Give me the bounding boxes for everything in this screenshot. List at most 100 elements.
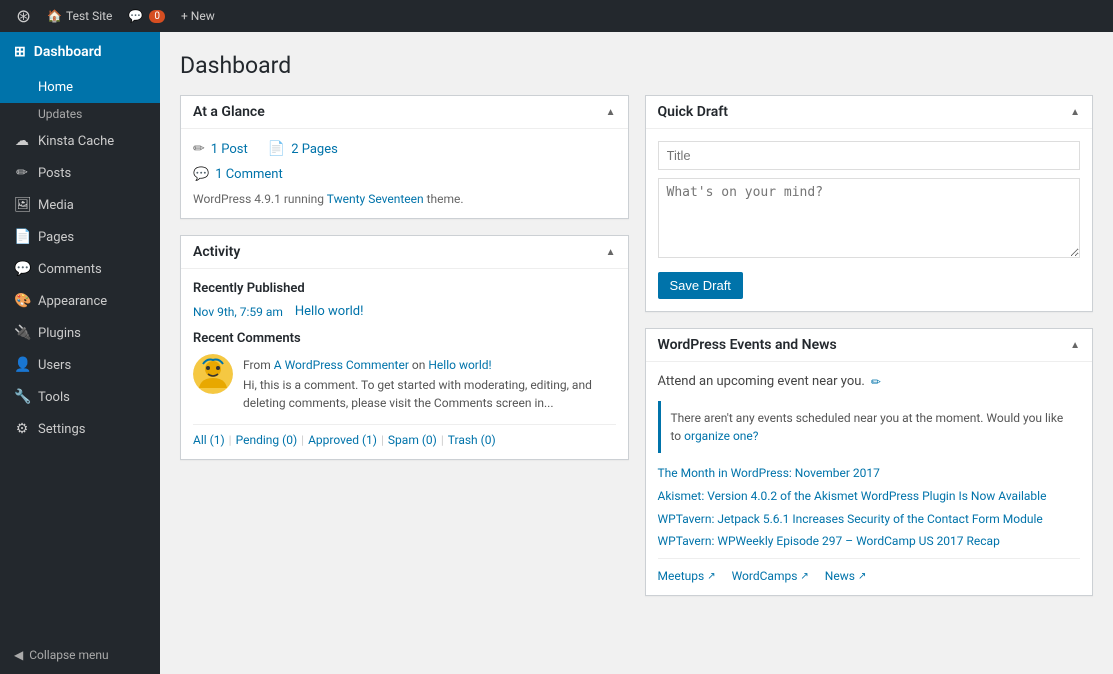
sidebar-item-media[interactable]: 🖼 Media <box>0 189 160 221</box>
sidebar-item-tools[interactable]: 🔧 Tools <box>0 381 160 413</box>
sidebar-item-settings[interactable]: ⚙ Settings <box>0 413 160 445</box>
events-news-title: WordPress Events and News <box>658 337 837 353</box>
settings-icon: ⚙ <box>14 421 30 437</box>
activity-toggle[interactable]: ▲ <box>606 247 616 258</box>
filter-all[interactable]: All (1) <box>193 433 225 447</box>
wp-info: WordPress 4.9.1 running Twenty Seventeen… <box>193 192 616 206</box>
at-a-glance-header[interactable]: At a Glance ▲ <box>181 96 628 129</box>
quick-draft-widget: Quick Draft ▲ Save Draft <box>645 95 1094 312</box>
site-name[interactable]: 🏠 Test Site <box>39 0 120 32</box>
draft-body-input[interactable] <box>658 178 1081 258</box>
quick-draft-toggle[interactable]: ▲ <box>1070 107 1080 118</box>
comment-row: From A WordPress Commenter on Hello worl… <box>193 354 616 414</box>
activity-widget: Activity ▲ Recently Published Nov 9th, 7… <box>180 235 629 460</box>
news-item-2[interactable]: WPTavern: Jetpack 5.6.1 Increases Securi… <box>658 511 1081 528</box>
news-external-icon: ↗ <box>858 571 866 582</box>
attend-event-text: Attend an upcoming event near you. ✏ <box>658 374 1081 389</box>
filter-approved[interactable]: Approved (1) <box>308 433 377 447</box>
events-news-header[interactable]: WordPress Events and News ▲ <box>646 329 1093 362</box>
events-news-widget: WordPress Events and News ▲ Attend an up… <box>645 328 1094 596</box>
wp-logo-icon: ⊛ <box>16 6 31 27</box>
left-column: At a Glance ▲ ✏ 1 Post 📄 2 Pages <box>180 95 629 596</box>
published-date: Nov 9th, 7:59 am <box>193 305 283 319</box>
quick-draft-body: Save Draft <box>646 129 1093 311</box>
sidebar-item-kinsta-cache[interactable]: ☁ Kinsta Cache <box>0 125 160 157</box>
published-post-link[interactable]: Hello world! <box>295 304 364 319</box>
wp-logo[interactable]: ⊛ <box>8 0 39 32</box>
quick-draft-title: Quick Draft <box>658 104 728 120</box>
right-column: Quick Draft ▲ Save Draft WordPress Event… <box>645 95 1094 596</box>
events-news-toggle[interactable]: ▲ <box>1070 340 1080 351</box>
glance-stats: ✏ 1 Post 📄 2 Pages <box>193 141 616 157</box>
sidebar-item-comments[interactable]: 💬 Comments <box>0 253 160 285</box>
comment-filter-bar: All (1) | Pending (0) | Approved (1) | S… <box>193 424 616 447</box>
page-count-link[interactable]: 📄 2 Pages <box>268 141 338 157</box>
avatar <box>193 354 233 394</box>
dashboard-icon: ⊞ <box>14 44 26 60</box>
events-news-body: Attend an upcoming event near you. ✏ The… <box>646 362 1093 595</box>
quick-draft-header[interactable]: Quick Draft ▲ <box>646 96 1093 129</box>
meetups-link[interactable]: Meetups ↗ <box>658 569 716 583</box>
comment-text: From A WordPress Commenter on Hello worl… <box>243 354 616 414</box>
kinsta-icon: ☁ <box>14 133 30 149</box>
plugins-icon: 🔌 <box>14 325 30 341</box>
comment-count-link[interactable]: 1 Comment <box>215 167 283 182</box>
comment-author-link[interactable]: A WordPress Commenter <box>274 358 409 372</box>
save-draft-button[interactable]: Save Draft <box>658 272 743 299</box>
no-events-notice: There aren't any events scheduled near y… <box>658 401 1081 453</box>
organize-link[interactable]: organize one? <box>684 429 758 443</box>
edit-location-icon[interactable]: ✏ <box>871 375 881 389</box>
page-icon: 📄 <box>268 141 285 157</box>
post-icon: ✏ <box>193 141 205 157</box>
comments-badge: 0 <box>149 10 165 23</box>
comments-button[interactable]: 💬 0 <box>120 0 173 32</box>
wordcamps-external-icon: ↗ <box>800 571 808 582</box>
recent-comments-title: Recent Comments <box>193 331 616 346</box>
sidebar-item-plugins[interactable]: 🔌 Plugins <box>0 317 160 349</box>
comments-nav-icon: 💬 <box>14 261 30 277</box>
page-title: Dashboard <box>180 52 1093 79</box>
sidebar-sub-updates[interactable]: Updates <box>0 103 160 125</box>
news-item-0[interactable]: The Month in WordPress: November 2017 <box>658 465 1081 482</box>
collapse-icon: ◀ <box>14 648 23 662</box>
filter-trash[interactable]: Trash (0) <box>448 433 496 447</box>
at-a-glance-title: At a Glance <box>193 104 265 120</box>
pages-icon: 📄 <box>14 229 30 245</box>
theme-link[interactable]: Twenty Seventeen <box>327 192 424 206</box>
wordcamps-link[interactable]: WordCamps ↗ <box>732 569 809 583</box>
sidebar-item-appearance[interactable]: 🎨 Appearance <box>0 285 160 317</box>
sidebar-item-users[interactable]: 👤 Users <box>0 349 160 381</box>
comment-icon: 💬 <box>128 9 143 23</box>
tools-icon: 🔧 <box>14 389 30 405</box>
sidebar-item-pages[interactable]: 📄 Pages <box>0 221 160 253</box>
meetups-external-icon: ↗ <box>707 571 715 582</box>
collapse-menu-button[interactable]: ◀ Collapse menu <box>0 636 160 674</box>
sidebar-item-posts[interactable]: ✏ Posts <box>0 157 160 189</box>
sidebar-logo[interactable]: ⊞ Dashboard <box>0 32 160 72</box>
activity-body: Recently Published Nov 9th, 7:59 am Hell… <box>181 269 628 459</box>
filter-spam[interactable]: Spam (0) <box>388 433 437 447</box>
new-button[interactable]: + New <box>173 0 223 32</box>
comment-post-link[interactable]: Hello world! <box>428 358 491 372</box>
dashboard-grid: At a Glance ▲ ✏ 1 Post 📄 2 Pages <box>180 95 1093 596</box>
news-item-1[interactable]: Akismet: Version 4.0.2 of the Akismet Wo… <box>658 488 1081 505</box>
post-count-link[interactable]: ✏ 1 Post <box>193 141 248 157</box>
filter-pending[interactable]: Pending (0) <box>236 433 298 447</box>
media-icon: 🖼 <box>14 197 30 213</box>
posts-icon: ✏ <box>14 165 30 181</box>
published-row: Nov 9th, 7:59 am Hello world! <box>193 304 616 319</box>
at-a-glance-body: ✏ 1 Post 📄 2 Pages 💬 1 Comment <box>181 129 628 218</box>
news-link-footer[interactable]: News ↗ <box>825 569 867 583</box>
sidebar: ⊞ Dashboard Home Updates ☁ Kinsta Cache … <box>0 32 160 674</box>
at-a-glance-toggle[interactable]: ▲ <box>606 107 616 118</box>
users-icon: 👤 <box>14 357 30 373</box>
comment-glance-icon: 💬 <box>193 167 209 182</box>
sidebar-item-home[interactable]: Home <box>0 72 160 103</box>
news-item-3[interactable]: WPTavern: WPWeekly Episode 297 – WordCam… <box>658 533 1081 550</box>
appearance-icon: 🎨 <box>14 293 30 309</box>
activity-title: Activity <box>193 244 240 260</box>
events-footer: Meetups ↗ WordCamps ↗ News ↗ <box>658 558 1081 583</box>
activity-header[interactable]: Activity ▲ <box>181 236 628 269</box>
draft-title-input[interactable] <box>658 141 1081 170</box>
admin-bar: ⊛ 🏠 Test Site 💬 0 + New <box>0 0 1113 32</box>
